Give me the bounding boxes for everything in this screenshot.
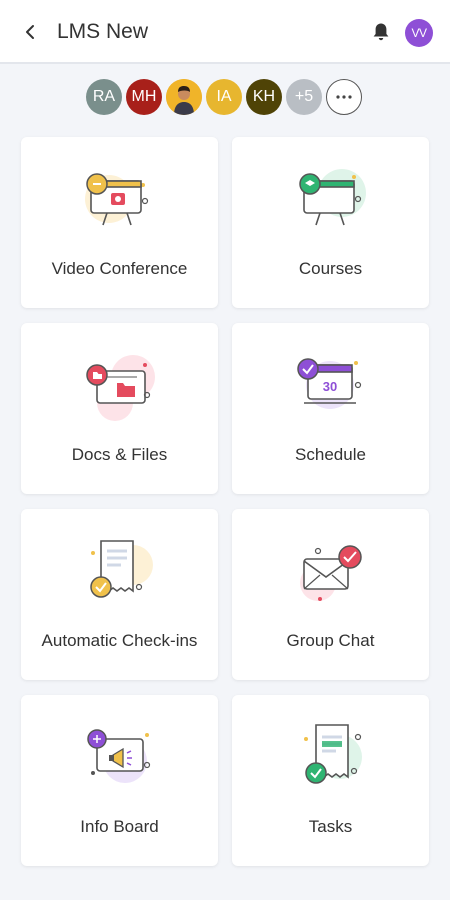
more-options-button[interactable] <box>326 79 362 115</box>
chevron-left-icon <box>26 25 34 39</box>
member-initials: RA <box>92 88 116 105</box>
modules-grid: Video Conference Courses Docs & Files 30… <box>21 137 431 866</box>
member-initials: IA <box>216 88 232 105</box>
app-header: LMS New VV <box>0 0 450 64</box>
schedule-icon-date: 30 <box>323 379 337 394</box>
automatic-check-ins-icon <box>90 540 153 598</box>
tasks-icon <box>304 724 362 784</box>
module-label: Schedule <box>295 445 366 464</box>
module-card-courses[interactable]: Courses <box>232 137 429 308</box>
module-card-tasks[interactable]: Tasks <box>232 695 429 866</box>
member-photo-avatar[interactable] <box>166 79 202 115</box>
module-label: Courses <box>298 259 363 278</box>
ellipsis-icon <box>336 95 352 99</box>
bell-icon <box>373 23 389 41</box>
notifications-button[interactable] <box>369 20 393 44</box>
member-initials: MH <box>131 88 157 105</box>
module-label: Group Chat <box>286 631 375 650</box>
module-card-docs-files[interactable]: Docs & Files <box>21 323 218 494</box>
member-avatars: RA MH IA KH +5 <box>86 79 362 115</box>
page-title: LMS New <box>57 20 149 43</box>
module-label: Docs & Files <box>71 445 168 464</box>
user-avatar[interactable]: VV <box>405 19 433 47</box>
info-board-icon <box>87 729 151 783</box>
module-label: Automatic Check-ins <box>41 631 198 650</box>
module-card-video-conference[interactable]: Video Conference <box>21 137 218 308</box>
member-avatar[interactable]: KH <box>246 79 282 115</box>
member-avatar[interactable]: MH <box>126 79 162 115</box>
courses-icon <box>299 169 366 226</box>
more-members-count[interactable]: +5 <box>286 79 322 115</box>
group-chat-icon <box>300 545 362 601</box>
member-avatar[interactable]: RA <box>86 79 122 115</box>
member-count-label: +5 <box>294 88 314 105</box>
module-label: Video Conference <box>51 259 188 278</box>
member-avatar[interactable]: IA <box>206 79 242 115</box>
schedule-icon: 30 <box>297 358 362 409</box>
person-photo-icon <box>166 79 202 115</box>
member-initials: KH <box>252 88 276 105</box>
module-card-info-board[interactable]: Info Board <box>21 695 218 866</box>
module-label: Info Board <box>80 817 159 836</box>
module-card-group-chat[interactable]: Group Chat <box>232 509 429 680</box>
module-card-automatic-check-ins[interactable]: Automatic Check-ins <box>21 509 218 680</box>
docs-files-icon <box>86 355 155 421</box>
back-button[interactable] <box>16 18 44 46</box>
module-card-schedule[interactable]: 30 Schedule <box>232 323 429 494</box>
module-label: Tasks <box>308 817 353 836</box>
video-conference-icon <box>85 173 149 226</box>
